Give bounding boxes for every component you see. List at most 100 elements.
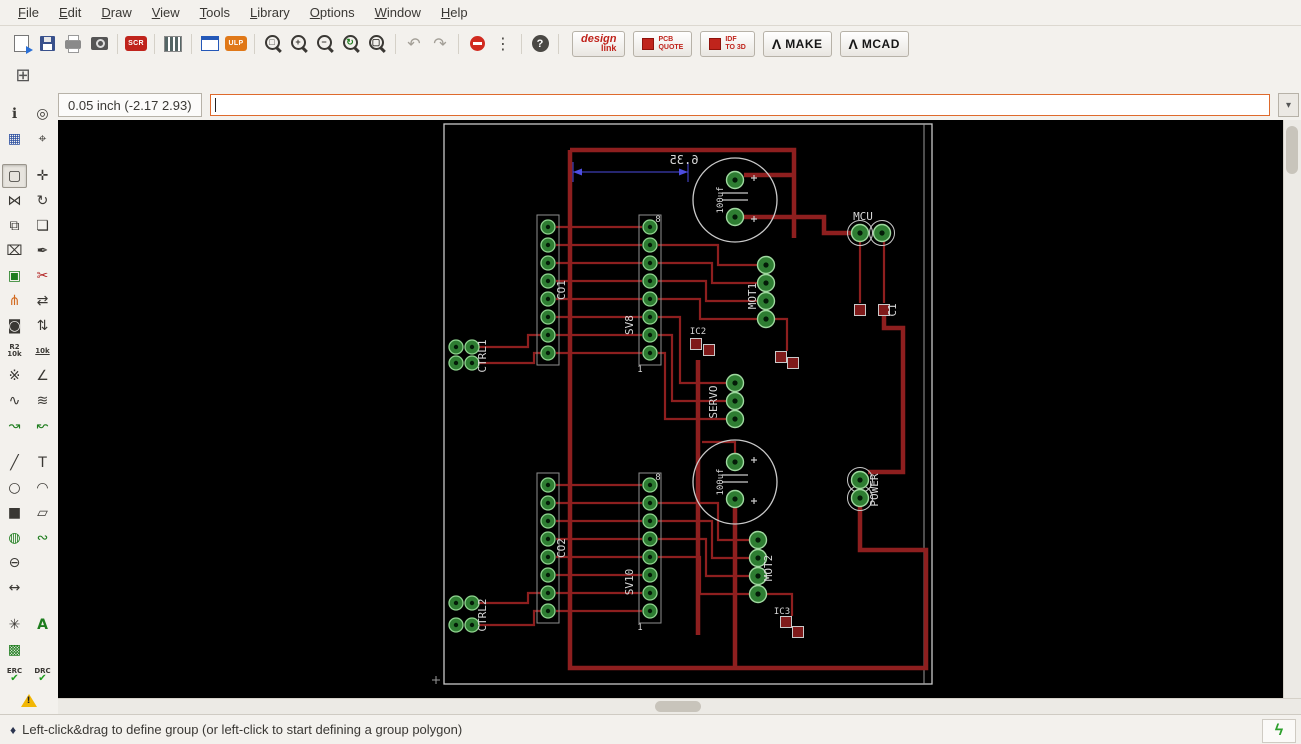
print-button[interactable] (60, 31, 86, 57)
component-labels: CO1 SV8 CTRL1 MCU C1 MOT1 IC2 100uf SERV… (476, 153, 899, 633)
script-editor-button[interactable]: SCR (123, 31, 149, 57)
tool-drc-button[interactable]: DRC✔ (30, 663, 55, 687)
tool-info-button[interactable]: ℹ (2, 102, 27, 126)
zoom-fit-button[interactable]: □ (260, 31, 286, 57)
tool-arc-button[interactable]: ◠ (30, 476, 55, 500)
cam-processor-button[interactable] (86, 31, 112, 57)
tool-mark-button[interactable]: ⌖ (30, 127, 55, 151)
label-mot1: MOT1 (746, 283, 759, 310)
tool-show-button[interactable]: ◎ (30, 102, 55, 126)
tool-signal-button[interactable]: ∾ (30, 526, 55, 550)
tool-optimize-button[interactable]: ≋ (30, 389, 55, 413)
label-cap1: 100uf (716, 186, 726, 213)
tool-cut-button[interactable]: ✂ (30, 264, 55, 288)
menu-view[interactable]: View (142, 1, 190, 24)
toolbar-separator (458, 34, 459, 54)
idf-to-3d-button[interactable]: IDFTO 3D (700, 31, 755, 57)
vertical-scrollbar[interactable] (1283, 120, 1301, 698)
label-dimension-value: 6.35 (670, 153, 699, 167)
tool-mirror-button[interactable]: ⋈ (2, 189, 27, 213)
label-ctrl1: CTRL1 (476, 339, 489, 372)
pcb-quote-label: PCBQUOTE (658, 36, 683, 52)
menu-draw[interactable]: Draw (91, 1, 141, 24)
label-mot2: MOT2 (762, 555, 775, 582)
zoom-redraw-button[interactable]: ↻ (338, 31, 364, 57)
menu-options[interactable]: Options (300, 1, 365, 24)
tool-pinswap-button[interactable]: ⇅ (30, 314, 55, 338)
switch-editor-button[interactable] (197, 31, 223, 57)
pcb-quote-button[interactable]: PCBQUOTE (633, 31, 692, 57)
tool-split-button[interactable]: ⋔ (2, 289, 27, 313)
tool-move-button[interactable]: ✛ (30, 164, 55, 188)
open-file-icon (14, 35, 29, 52)
tool-erc-button[interactable]: ERC✔ (2, 663, 27, 687)
open-file-button[interactable] (8, 31, 34, 57)
horizontal-scrollbar[interactable] (58, 698, 1301, 714)
tool-text-button[interactable]: T (30, 451, 55, 475)
zoom-out-button[interactable]: − (312, 31, 338, 57)
tool-rotate-button[interactable]: ↻ (30, 189, 55, 213)
command-input[interactable] (210, 94, 1270, 116)
toolbar-separator (154, 34, 155, 54)
run-ulp-button[interactable]: ULP (223, 31, 249, 57)
tool-lock-button[interactable]: ◙ (2, 314, 27, 338)
command-dropdown-button[interactable]: ▾ (1278, 93, 1299, 117)
tool-hole-button[interactable]: ⊖ (2, 551, 27, 575)
tool-name-button[interactable]: R210k (2, 339, 27, 363)
tool-group-button[interactable]: ▢ (2, 164, 27, 188)
grid-button[interactable]: ⊞ (10, 62, 36, 88)
mcad-button[interactable]: Λ MCAD (840, 31, 909, 57)
pcb-canvas[interactable]: CO1 SV8 CTRL1 MCU C1 MOT1 IC2 100uf SERV… (58, 120, 1283, 698)
tool-polygon-button[interactable]: ▱ (30, 501, 55, 525)
make-button[interactable]: Λ MAKE (763, 31, 832, 57)
tool-miter-button[interactable]: ∠ (30, 364, 55, 388)
main-toolbar: SCR ULP □ + − ↻ ▢ ↶ ↷ ⋮ ? designlink PCB… (0, 27, 1301, 60)
undo-button[interactable]: ↶ (401, 31, 427, 57)
menu-tools[interactable]: Tools (190, 1, 240, 24)
horizontal-scrollbar-thumb[interactable] (655, 701, 701, 712)
online-status-button[interactable]: ϟ (1262, 719, 1296, 743)
tool-smash-button[interactable]: ※ (2, 364, 27, 388)
menu-help[interactable]: Help (431, 1, 478, 24)
tool-ratsnest-button[interactable]: ✳ (2, 613, 27, 637)
menu-file[interactable]: File (8, 1, 49, 24)
tool-value-button[interactable]: 10k (30, 339, 55, 363)
vertical-scrollbar-thumb[interactable] (1286, 126, 1298, 174)
zoom-select-button[interactable]: ▢ (364, 31, 390, 57)
tool-paste-button[interactable]: ❏ (30, 214, 55, 238)
tool-wire-button[interactable]: ╱ (2, 451, 27, 475)
tool-route-button[interactable]: ↝ (2, 414, 27, 438)
menu-edit[interactable]: Edit (49, 1, 91, 24)
zoom-in-button[interactable]: + (286, 31, 312, 57)
tool-copy-button[interactable]: ⧉ (2, 214, 27, 238)
help-button[interactable]: ? (527, 31, 553, 57)
menu-window[interactable]: Window (365, 1, 431, 24)
design-manager-button[interactable] (160, 31, 186, 57)
menu-library[interactable]: Library (240, 1, 300, 24)
tool-display-layers-button[interactable]: ▦ (2, 127, 27, 151)
tool-replace-button[interactable]: ▣ (2, 264, 27, 288)
tool-autoroute-button[interactable]: A (30, 613, 55, 637)
ulp-badge-icon: ULP (225, 36, 247, 51)
stop-button[interactable] (464, 31, 490, 57)
tool-rect-button[interactable]: ■ (2, 501, 27, 525)
tool-via-button[interactable]: ◍ (2, 526, 27, 550)
coordinate-row: 0.05 inch (-2.17 2.93) ▾ (58, 92, 1301, 118)
tool-change-button[interactable]: ✒ (30, 239, 55, 263)
more-options-button[interactable]: ⋮ (490, 31, 516, 57)
tool-drc-fill-button[interactable]: ▩ (2, 638, 27, 662)
design-link-button[interactable]: designlink (572, 31, 625, 57)
tool-meander-button[interactable]: ∿ (2, 389, 27, 413)
redo-button[interactable]: ↷ (427, 31, 453, 57)
board-drawing[interactable]: CO1 SV8 CTRL1 MCU C1 MOT1 IC2 100uf SERV… (58, 120, 1283, 698)
warning-indicator[interactable]: ! (16, 688, 41, 712)
save-button[interactable] (34, 31, 60, 57)
camera-icon (91, 37, 108, 50)
tool-gateswap-button[interactable]: ⇄ (30, 289, 55, 313)
tool-ripup-button[interactable]: ↜ (30, 414, 55, 438)
pcb-chip-icon (642, 38, 654, 50)
tool-circle-button[interactable]: ○ (2, 476, 27, 500)
tool-dimension-button[interactable]: ↔ (2, 576, 27, 600)
tool-delete-button[interactable]: ⌧ (2, 239, 27, 263)
grid-icon: ⊞ (15, 65, 30, 86)
